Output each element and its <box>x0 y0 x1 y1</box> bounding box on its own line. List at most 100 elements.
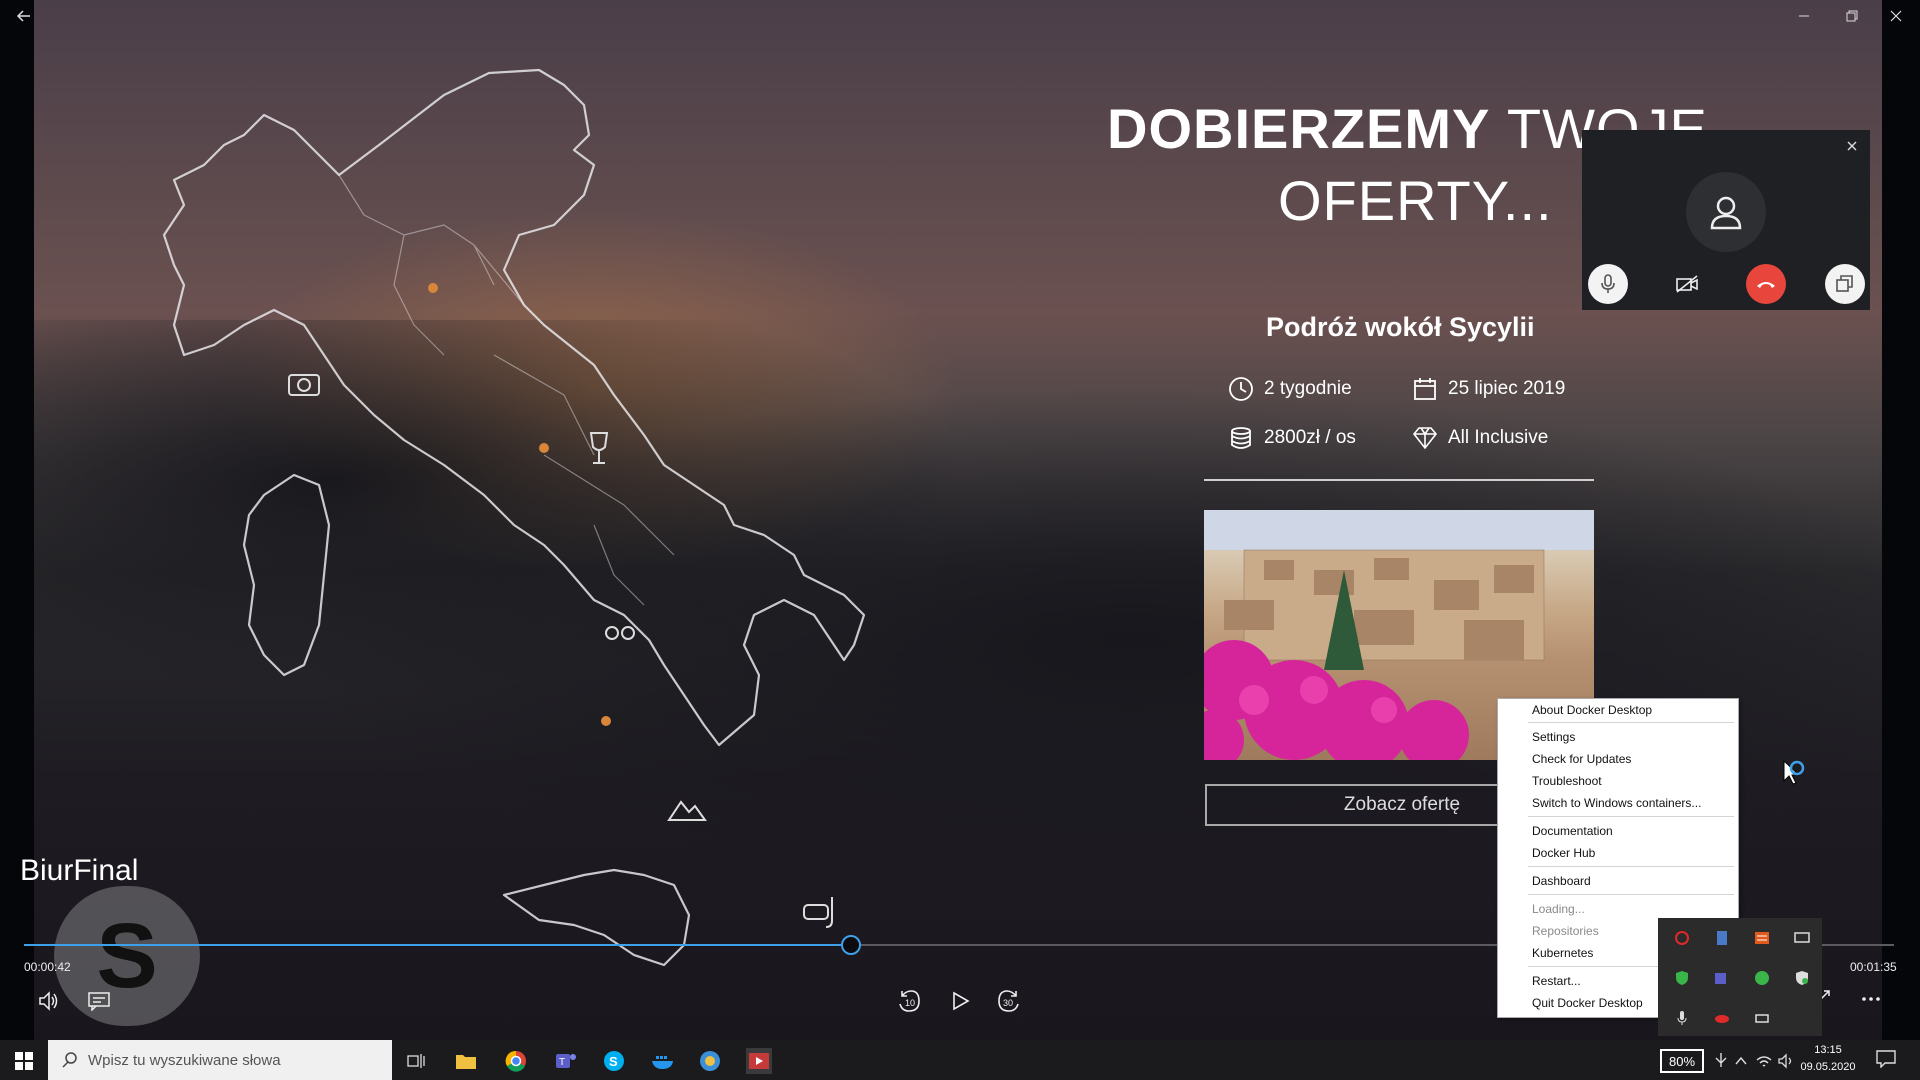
battery-percent: 80% <box>1668 1053 1696 1069</box>
calendar-icon <box>1414 378 1436 400</box>
cloud-tray-icon[interactable] <box>1712 1008 1732 1028</box>
video-caption: BiurFinal <box>20 854 139 887</box>
volume-icon <box>39 991 58 1011</box>
clock-icon <box>1229 377 1253 401</box>
menu-item-quit[interactable]: Quit Docker Desktop <box>1532 994 1643 1012</box>
italy-map <box>162 68 866 967</box>
task-view-icon[interactable] <box>403 1048 429 1074</box>
menu-item-repositories: Repositories <box>1532 924 1599 938</box>
restore-button[interactable] <box>1832 0 1872 32</box>
seek-bar-progress <box>24 944 851 946</box>
menu-item-switch-windows[interactable]: Switch to Windows containers... <box>1532 794 1701 812</box>
menu-separator <box>1528 866 1734 867</box>
play-icon <box>953 991 970 1011</box>
date-info: 25 lipiec 2019 <box>1412 376 1565 402</box>
file-explorer-icon[interactable] <box>453 1048 479 1074</box>
hang-up-button[interactable] <box>1746 264 1786 304</box>
taskbar-search[interactable]: Wpisz tu wyszukiwane słowa <box>48 1040 392 1080</box>
svg-text:30: 30 <box>1003 998 1013 1008</box>
menu-item-loading: Loading... <box>1532 902 1585 916</box>
caller-avatar <box>1686 172 1766 252</box>
clock-date: 09.05.2020 <box>1800 1061 1856 1073</box>
more-icon <box>1862 997 1880 1001</box>
menu-separator <box>1528 722 1734 723</box>
close-window-button[interactable] <box>1876 0 1916 32</box>
battery-indicator[interactable]: 80% <box>1660 1049 1704 1073</box>
shield-check-icon[interactable] <box>1672 968 1692 988</box>
chrome-icon[interactable] <box>503 1048 529 1074</box>
video-app-icon[interactable] <box>746 1048 772 1074</box>
subtitles-icon <box>88 992 110 1011</box>
mute-button[interactable] <box>1588 264 1628 304</box>
svg-text:10: 10 <box>905 998 915 1008</box>
menu-item-docker-hub[interactable]: Docker Hub <box>1532 844 1595 862</box>
skip-back-button[interactable]: 10 <box>892 984 926 1018</box>
security-check-icon[interactable] <box>1752 968 1772 988</box>
close-icon <box>1847 141 1857 151</box>
divider <box>1204 479 1594 481</box>
action-center-button[interactable] <box>1876 1050 1898 1070</box>
camera-icon <box>288 374 320 396</box>
app-tray-icon[interactable] <box>1752 928 1772 948</box>
subtitles-button[interactable] <box>84 986 114 1016</box>
video-toggle-button[interactable] <box>1667 264 1707 304</box>
docker-icon[interactable] <box>650 1048 676 1074</box>
wine-glass-icon <box>589 432 609 464</box>
total-time: 00:01:35 <box>1850 960 1897 974</box>
menu-item-restart[interactable]: Restart... <box>1532 972 1581 990</box>
clock[interactable]: 13:15 09.05.2020 <box>1798 1042 1858 1078</box>
search-icon <box>62 1052 77 1068</box>
minimize-button[interactable] <box>1784 0 1824 32</box>
menu-item-settings[interactable]: Settings <box>1532 728 1575 746</box>
restore-call-button[interactable] <box>1825 264 1865 304</box>
svg-text:T: T <box>559 1057 565 1068</box>
app-icon[interactable] <box>697 1048 723 1074</box>
display-icon[interactable] <box>1792 928 1812 948</box>
menu-item-kubernetes[interactable]: Kubernetes <box>1532 944 1593 962</box>
more-options-button[interactable] <box>1858 986 1884 1012</box>
menu-item-documentation[interactable]: Documentation <box>1532 822 1613 840</box>
back-button[interactable] <box>4 0 44 32</box>
defender-icon[interactable] <box>1792 968 1812 988</box>
teams-tray-icon[interactable] <box>1712 968 1732 988</box>
skype-icon[interactable]: S <box>601 1048 627 1074</box>
elapsed-time: 00:00:42 <box>24 960 71 974</box>
tray-overflow-flyout <box>1658 918 1822 1036</box>
speaker-icon[interactable] <box>1777 1052 1795 1070</box>
skip-forward-button[interactable]: 30 <box>992 984 1026 1018</box>
price-info: 2800zł / os <box>1228 425 1356 451</box>
document-icon[interactable] <box>1712 928 1732 948</box>
microphone-icon <box>1601 274 1615 293</box>
snorkel-icon <box>803 897 833 928</box>
board-info: All Inclusive <box>1412 425 1548 451</box>
menu-item-dashboard[interactable]: Dashboard <box>1532 872 1591 890</box>
call-overlay <box>1582 130 1870 310</box>
diamond-icon <box>1412 427 1438 450</box>
menu-item-about[interactable]: About Docker Desktop <box>1532 701 1652 719</box>
skip-back-icon: 10 <box>899 990 920 1012</box>
notification-icon <box>1876 1050 1896 1069</box>
wifi-icon[interactable] <box>1755 1052 1773 1070</box>
coins-icon <box>1231 427 1251 449</box>
antivirus-icon[interactable] <box>1672 928 1692 948</box>
menu-item-check-updates[interactable]: Check for Updates <box>1532 750 1631 768</box>
back-arrow-icon <box>16 10 30 22</box>
windows-logo-icon <box>15 1052 33 1070</box>
trip-title: Podróż wokół Sycylii <box>1266 312 1535 342</box>
menu-separator <box>1528 816 1734 817</box>
power-tray-icon[interactable] <box>1752 1008 1772 1028</box>
duration-info: 2 tygodnie <box>1228 376 1352 402</box>
play-button[interactable] <box>944 984 978 1018</box>
call-close-button[interactable] <box>1842 136 1862 156</box>
mouse-cursor-icon <box>1783 759 1805 785</box>
close-icon <box>1890 10 1902 22</box>
skype-watermark-logo: S <box>54 886 200 1026</box>
menu-item-troubleshoot[interactable]: Troubleshoot <box>1532 772 1602 790</box>
teams-icon[interactable]: T <box>553 1048 579 1074</box>
start-button[interactable] <box>10 1048 38 1074</box>
usb-icon[interactable] <box>1712 1051 1730 1069</box>
microphone-tray-icon[interactable] <box>1672 1008 1692 1028</box>
seek-thumb[interactable] <box>840 935 861 955</box>
volume-button[interactable] <box>34 986 64 1016</box>
chevron-up-icon[interactable] <box>1733 1053 1749 1069</box>
